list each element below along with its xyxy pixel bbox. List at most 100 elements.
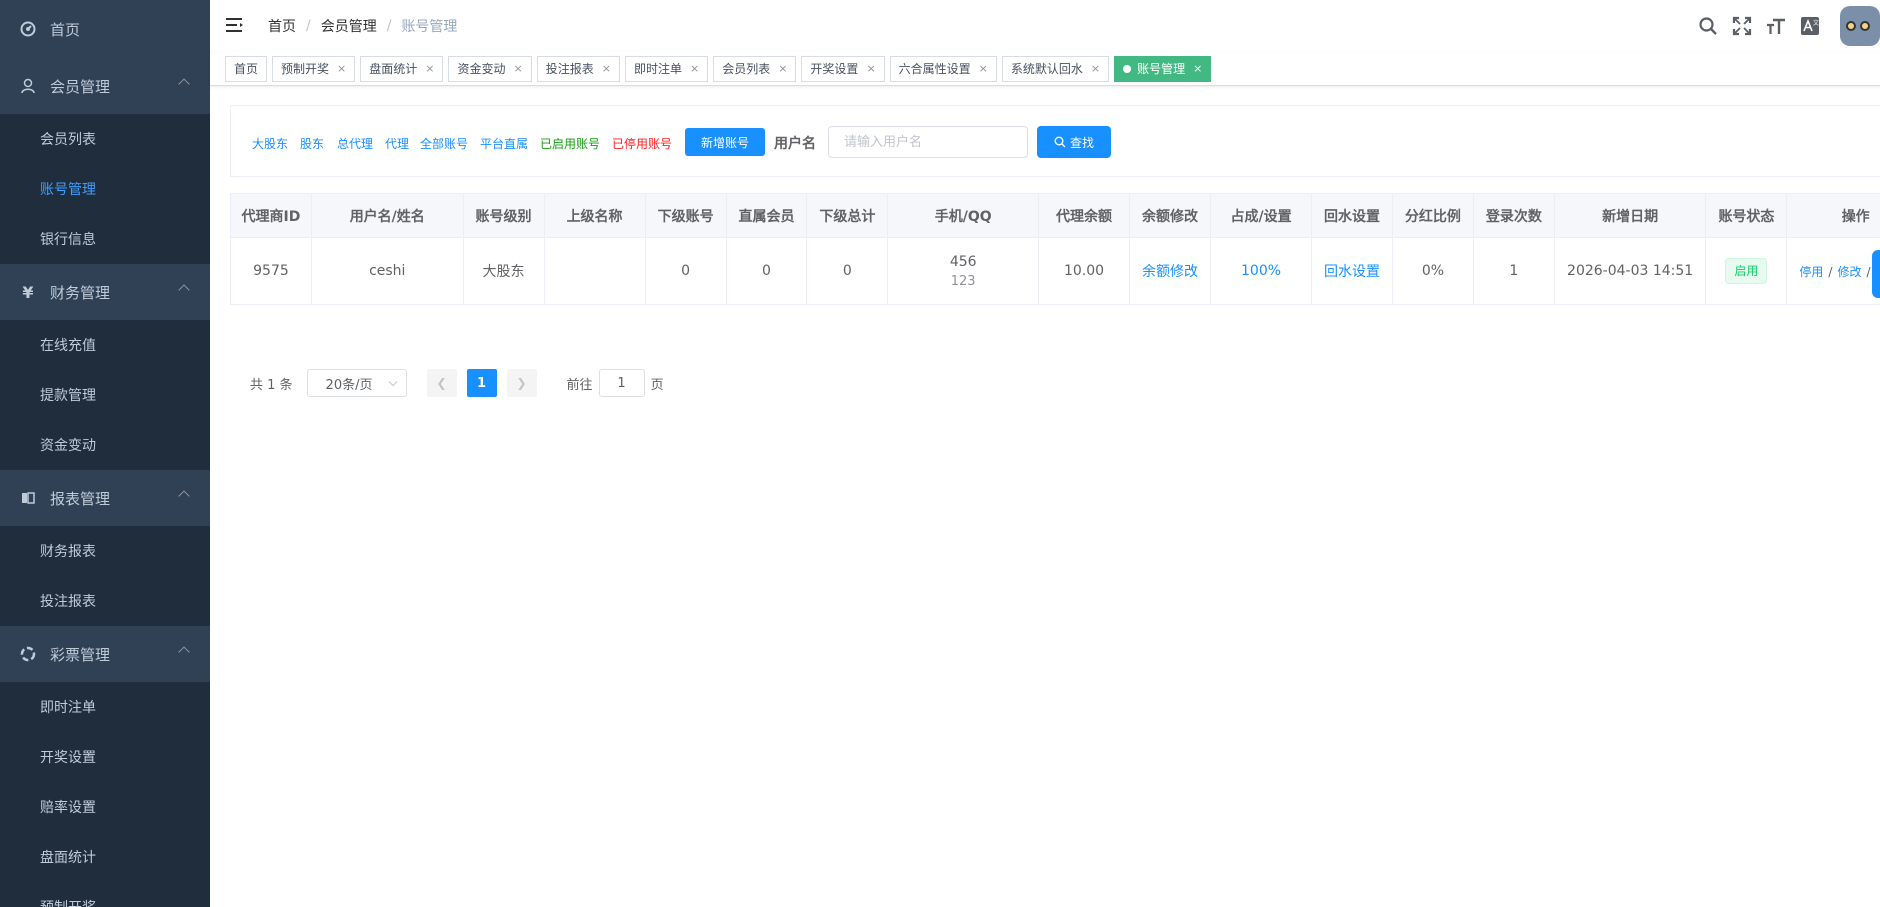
sidebar-item-bank-info[interactable]: 银行信息: [0, 214, 210, 264]
account-table: 代理商ID 用户名/姓名 账号级别 上级名称 下级账号 直属会员 下级总计 手机…: [230, 193, 1880, 305]
close-icon[interactable]: ×: [690, 57, 699, 81]
tag-instant-bets[interactable]: 即时注单 ×: [624, 56, 709, 82]
close-icon[interactable]: ×: [425, 57, 434, 81]
tag-label: 预制开奖: [281, 62, 330, 76]
tag-member-list[interactable]: 会员列表 ×: [713, 56, 797, 82]
close-icon[interactable]: ×: [1193, 57, 1202, 81]
col-share: 占成/设置: [1209, 193, 1313, 238]
search-icon[interactable]: [1698, 16, 1718, 36]
cell-agent-id: 9575: [230, 237, 312, 305]
filter-shareholder[interactable]: 股东: [300, 135, 324, 152]
sidebar-item-instant-bets[interactable]: 即时注单: [0, 682, 210, 732]
ops-separator: /: [1866, 264, 1871, 279]
col-balance: 代理余额: [1038, 193, 1131, 238]
sidebar-item-withdraw[interactable]: 提款管理: [0, 370, 210, 420]
cell-qq: 123: [950, 273, 976, 289]
font-size-icon[interactable]: [1766, 16, 1786, 36]
filter-general-agent[interactable]: 总代理: [337, 135, 373, 152]
close-icon[interactable]: ×: [514, 57, 523, 81]
sidebar-item-label: 预制开奖: [40, 897, 96, 907]
cell-logins: 1: [1472, 237, 1555, 305]
cell-direct-members: 0: [725, 237, 808, 305]
search-button[interactable]: 查找: [1037, 126, 1111, 158]
chevron-up-icon: [178, 646, 190, 658]
sidebar-group-label: 报表管理: [50, 489, 111, 508]
tag-default-rebate[interactable]: 系统默认回水 ×: [1001, 56, 1110, 82]
goto-page-input[interactable]: 1: [598, 369, 645, 397]
filter-all-accounts[interactable]: 全部账号: [420, 135, 468, 152]
sidebar-item-bet-report[interactable]: 投注报表: [0, 576, 210, 626]
tag-board-stats[interactable]: 盘面统计 ×: [360, 56, 444, 82]
sidebar-group-member[interactable]: 会员管理: [0, 58, 210, 114]
sidebar-item-label: 赔率设置: [40, 800, 96, 816]
sidebar-item-fund-change[interactable]: 资金变动: [0, 420, 210, 470]
sidebar-item-board-stats[interactable]: 盘面统计: [0, 832, 210, 882]
ops-separator: /: [1828, 264, 1833, 279]
status-badge: 启用: [1725, 258, 1768, 284]
tag-draw-settings[interactable]: 开奖设置 ×: [801, 56, 885, 82]
filter-major-shareholder[interactable]: 大股东: [252, 135, 288, 152]
col-agent-id: 代理商ID: [230, 193, 312, 238]
sidebar-item-odds-settings[interactable]: 赔率设置: [0, 782, 210, 832]
disable-link[interactable]: 停用: [1799, 265, 1823, 279]
sidebar-group-label: 财务管理: [50, 283, 111, 302]
sidebar-item-online-recharge[interactable]: 在线充值: [0, 320, 210, 370]
side-drawer-handle[interactable]: [1872, 250, 1880, 298]
sidebar-group-finance[interactable]: ¥ 财务管理: [0, 264, 210, 320]
hamburger-icon[interactable]: [226, 17, 244, 33]
tag-preset-draw[interactable]: 预制开奖 ×: [272, 56, 356, 82]
filter-enabled-accounts[interactable]: 已启用账号: [540, 135, 600, 152]
svg-text:文: 文: [1813, 19, 1819, 27]
col-dividend: 分红比例: [1391, 193, 1474, 238]
tag-bet-report[interactable]: 投注报表 ×: [536, 56, 620, 82]
sidebar-item-home[interactable]: 首页: [0, 0, 210, 58]
fullscreen-icon[interactable]: [1732, 16, 1752, 36]
username-input[interactable]: [828, 126, 1028, 158]
sidebar-group-lottery[interactable]: 彩票管理: [0, 626, 210, 682]
filter-platform-direct[interactable]: 平台直属: [480, 135, 528, 152]
breadcrumb-member[interactable]: 会员管理: [321, 16, 377, 36]
tag-label: 资金变动: [457, 62, 506, 76]
sidebar-item-draw-settings[interactable]: 开奖设置: [0, 732, 210, 782]
prev-page-button[interactable]: ❮: [426, 369, 457, 397]
tag-liuhe-attr[interactable]: 六合属性设置 ×: [889, 56, 997, 82]
page-size-select[interactable]: 20条/页: [306, 369, 407, 397]
chevron-up-icon: [178, 78, 190, 90]
cell-dividend: 0%: [1391, 237, 1474, 305]
active-dot-icon: [1123, 65, 1132, 73]
sidebar-item-preset-draw[interactable]: 预制开奖: [0, 882, 210, 907]
avatar[interactable]: [1840, 6, 1880, 46]
close-icon[interactable]: ×: [337, 57, 346, 81]
breadcrumb-home[interactable]: 首页: [268, 16, 296, 36]
sidebar-group-report[interactable]: 报表管理: [0, 470, 210, 526]
add-account-button[interactable]: 新增账号: [685, 128, 765, 156]
navbar-right: 文: [1698, 0, 1880, 52]
sidebar-item-account-management[interactable]: 账号管理: [0, 164, 210, 214]
tag-label: 六合属性设置: [898, 62, 971, 76]
rebate-setting-link[interactable]: 回水设置: [1324, 264, 1380, 280]
filter-disabled-accounts[interactable]: 已停用账号: [612, 135, 672, 152]
next-page-button[interactable]: ❯: [506, 369, 537, 397]
sidebar-item-label: 提款管理: [40, 388, 96, 404]
tag-home[interactable]: 首页: [225, 56, 268, 82]
sidebar-group-label: 会员管理: [50, 77, 111, 96]
filter-agent[interactable]: 代理: [385, 135, 409, 152]
page-number-current[interactable]: 1: [466, 369, 497, 397]
close-icon[interactable]: ×: [602, 57, 611, 81]
sidebar-item-label: 开奖设置: [40, 750, 96, 766]
close-icon[interactable]: ×: [1091, 57, 1100, 81]
close-icon[interactable]: ×: [979, 57, 988, 81]
sidebar-item-finance-report[interactable]: 财务报表: [0, 526, 210, 576]
tag-fund-change[interactable]: 资金变动 ×: [448, 56, 532, 82]
close-icon[interactable]: ×: [866, 57, 875, 81]
sidebar-item-member-list[interactable]: 会员列表: [0, 114, 210, 164]
share-setting-link[interactable]: 100%: [1241, 263, 1281, 279]
balance-edit-link[interactable]: 余额修改: [1142, 264, 1198, 280]
translate-icon[interactable]: 文: [1800, 16, 1820, 36]
edit-link[interactable]: 修改: [1837, 265, 1861, 279]
sidebar-item-label: 资金变动: [40, 438, 96, 454]
tag-label: 投注报表: [545, 62, 594, 76]
chevron-down-icon: [388, 377, 397, 387]
tag-account-management[interactable]: 账号管理 ×: [1114, 56, 1212, 82]
close-icon[interactable]: ×: [778, 57, 787, 81]
